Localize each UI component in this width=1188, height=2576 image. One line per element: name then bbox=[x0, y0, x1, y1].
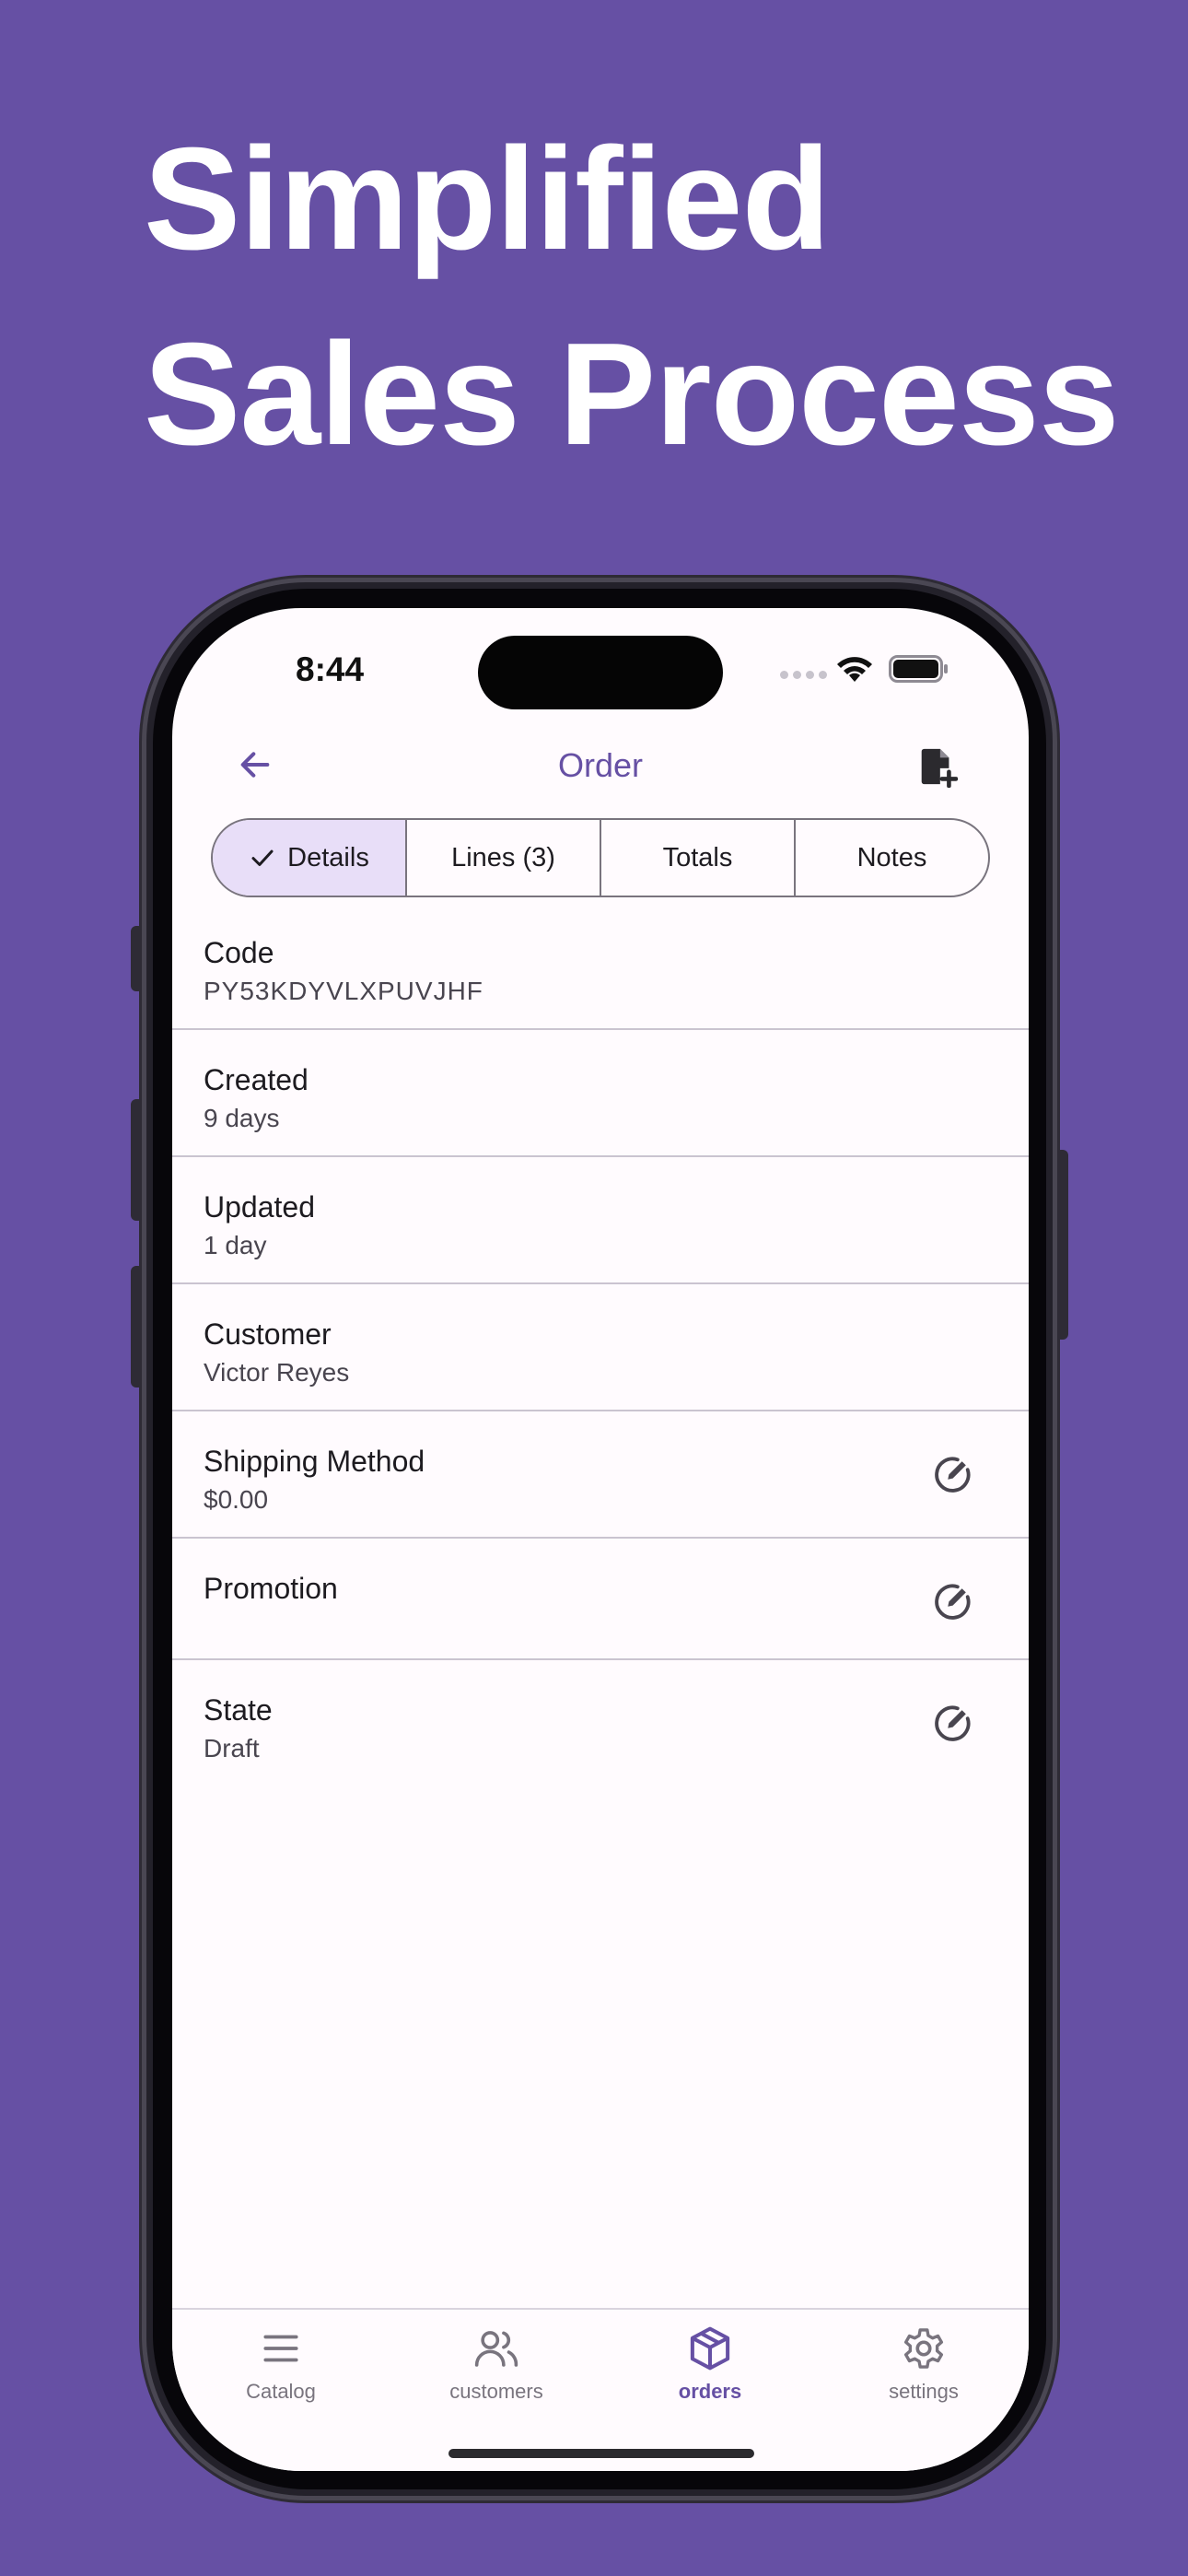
nav-label-settings: settings bbox=[889, 2380, 959, 2403]
edit-state-button[interactable] bbox=[926, 1695, 981, 1751]
edit-shipping-method-button[interactable] bbox=[926, 1446, 981, 1502]
nav-item-customers[interactable]: customers bbox=[413, 2321, 579, 2422]
bottom-navigation: Catalog customers orders settings bbox=[172, 2308, 1029, 2471]
nav-label-orders: orders bbox=[678, 2380, 742, 2403]
headline-line-1: Simplified bbox=[144, 118, 831, 280]
marketing-headline: Simplified Sales Process bbox=[144, 101, 1157, 492]
code-label: Code bbox=[204, 936, 274, 969]
home-indicator bbox=[448, 2449, 754, 2458]
created-value: 9 days bbox=[204, 1104, 280, 1132]
nav-item-catalog[interactable]: Catalog bbox=[198, 2321, 364, 2422]
tab-details-label: Details bbox=[287, 842, 369, 872]
status-time: 8:44 bbox=[296, 650, 365, 688]
edit-promotion-button[interactable] bbox=[926, 1574, 981, 1629]
tab-details[interactable]: Details bbox=[213, 820, 407, 896]
app-bar: Order bbox=[172, 719, 1029, 811]
state-value: Draft bbox=[204, 1734, 260, 1762]
list-item-shipping-method: Shipping Method $0.00 bbox=[172, 1411, 1029, 1539]
phone-screen: 8:44 Order Details Lines (3) Totals Note… bbox=[172, 608, 1029, 2471]
dynamic-island bbox=[478, 636, 723, 709]
page-title: Order bbox=[557, 746, 644, 784]
phone-power-button bbox=[1055, 1150, 1068, 1340]
customer-value: Victor Reyes bbox=[204, 1358, 350, 1387]
code-value: PY53KDYVLXPUVJHF bbox=[204, 977, 483, 1005]
nav-label-customers: customers bbox=[449, 2380, 543, 2403]
gear-icon bbox=[903, 2328, 944, 2369]
note-add-icon bbox=[921, 748, 958, 788]
list-item-updated: Updated 1 day bbox=[172, 1157, 1029, 1284]
list-item-customer[interactable]: Customer Victor Reyes bbox=[172, 1284, 1029, 1411]
nav-item-settings[interactable]: settings bbox=[841, 2321, 1007, 2422]
updated-value: 1 day bbox=[204, 1231, 267, 1259]
list-item-promotion: Promotion bbox=[172, 1539, 1029, 1660]
updated-label: Updated bbox=[204, 1190, 315, 1224]
order-detail-list: Code PY53KDYVLXPUVJHF Created 9 days Upd… bbox=[172, 903, 1029, 1787]
nav-item-orders[interactable]: orders bbox=[627, 2321, 793, 2422]
tab-totals[interactable]: Totals bbox=[601, 820, 796, 896]
menu-icon bbox=[263, 2335, 298, 2362]
customer-label: Customer bbox=[204, 1317, 332, 1351]
tab-notes[interactable]: Notes bbox=[796, 820, 988, 896]
edit-circle-icon bbox=[935, 1705, 971, 1741]
users-icon bbox=[474, 2331, 518, 2367]
tab-notes-label: Notes bbox=[856, 842, 927, 872]
state-label: State bbox=[204, 1693, 273, 1727]
add-document-button[interactable] bbox=[907, 737, 966, 796]
tab-lines-label: Lines (3) bbox=[451, 842, 555, 872]
list-item-code: Code PY53KDYVLXPUVJHF bbox=[172, 903, 1029, 1030]
edit-circle-icon bbox=[935, 1457, 971, 1493]
order-tabs: Details Lines (3) Totals Notes bbox=[211, 818, 990, 897]
edit-circle-icon bbox=[935, 1584, 971, 1620]
headline-line-2: Sales Process bbox=[144, 313, 1120, 475]
tab-lines[interactable]: Lines (3) bbox=[407, 820, 601, 896]
list-item-created: Created 9 days bbox=[172, 1030, 1029, 1157]
promotion-label: Promotion bbox=[204, 1572, 338, 1605]
created-label: Created bbox=[204, 1063, 309, 1096]
wifi-icon bbox=[837, 657, 872, 682]
nav-label-catalog: Catalog bbox=[246, 2380, 316, 2403]
shipping-method-label: Shipping Method bbox=[204, 1445, 425, 1478]
check-icon bbox=[251, 849, 274, 866]
cellular-signal-icon bbox=[780, 671, 827, 679]
shipping-method-value: $0.00 bbox=[204, 1485, 269, 1514]
list-item-state: State Draft bbox=[172, 1660, 1029, 1787]
battery-icon bbox=[889, 655, 948, 683]
tab-totals-label: Totals bbox=[662, 842, 733, 872]
package-icon bbox=[690, 2326, 730, 2371]
